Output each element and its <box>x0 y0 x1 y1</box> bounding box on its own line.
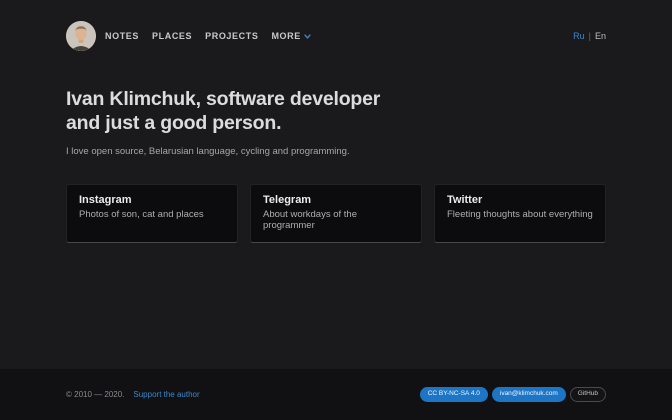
nav-item-label: NOTES <box>105 31 139 41</box>
email-badge[interactable]: ivan@klimchuk.com <box>492 387 566 402</box>
card-title: Twitter <box>447 194 593 206</box>
page-subtitle: I love open source, Belarusian language,… <box>66 146 606 157</box>
nav-item-places[interactable]: PLACES <box>152 31 192 41</box>
card-description: About workdays of the programmer <box>263 209 409 231</box>
nav-item-label: MORE <box>271 31 300 41</box>
card-twitter[interactable]: Twitter Fleeting thoughts about everythi… <box>434 184 606 243</box>
card-description: Photos of son, cat and places <box>79 209 225 220</box>
card-title: Telegram <box>263 194 409 206</box>
footer: © 2010 — 2020. Support the author CC BY-… <box>0 369 672 420</box>
nav-item-label: PLACES <box>152 31 192 41</box>
social-cards: Instagram Photos of son, cat and places … <box>66 184 606 243</box>
avatar[interactable] <box>66 21 96 51</box>
copyright-text: © 2010 — 2020. <box>66 390 124 399</box>
license-badge[interactable]: CC BY-NC-SA 4.0 <box>420 387 488 402</box>
language-en-current[interactable]: En <box>595 31 606 41</box>
avatar-portrait-image <box>66 21 96 51</box>
nav-item-notes[interactable]: NOTES <box>105 31 139 41</box>
page-title-line2: and just a good person. <box>66 112 606 136</box>
page-title: Ivan Klimchuk, software developer and ju… <box>66 88 606 135</box>
language-ru-link[interactable]: Ru <box>573 31 585 41</box>
nav-item-label: PROJECTS <box>205 31 258 41</box>
language-separator: | <box>589 31 591 41</box>
github-badge[interactable]: GitHub <box>570 387 606 402</box>
support-author-link[interactable]: Support the author <box>133 390 199 399</box>
homepage: NOTES PLACES PROJECTS MORE Ru | En <box>0 0 672 420</box>
card-telegram[interactable]: Telegram About workdays of the programme… <box>250 184 422 243</box>
page-title-line1: Ivan Klimchuk, software developer <box>66 88 606 112</box>
card-instagram[interactable]: Instagram Photos of son, cat and places <box>66 184 238 243</box>
language-switcher: Ru | En <box>573 31 606 41</box>
card-title: Instagram <box>79 194 225 206</box>
main-nav: NOTES PLACES PROJECTS MORE <box>105 31 311 41</box>
nav-item-projects[interactable]: PROJECTS <box>205 31 258 41</box>
chevron-down-icon <box>304 33 311 40</box>
card-description: Fleeting thoughts about everything <box>447 209 593 220</box>
nav-item-more[interactable]: MORE <box>271 31 310 41</box>
hero-section: Ivan Klimchuk, software developer and ju… <box>66 88 606 157</box>
top-navigation: NOTES PLACES PROJECTS MORE Ru | En <box>66 0 606 51</box>
footer-badges: CC BY-NC-SA 4.0 ivan@klimchuk.com GitHub <box>420 387 606 402</box>
